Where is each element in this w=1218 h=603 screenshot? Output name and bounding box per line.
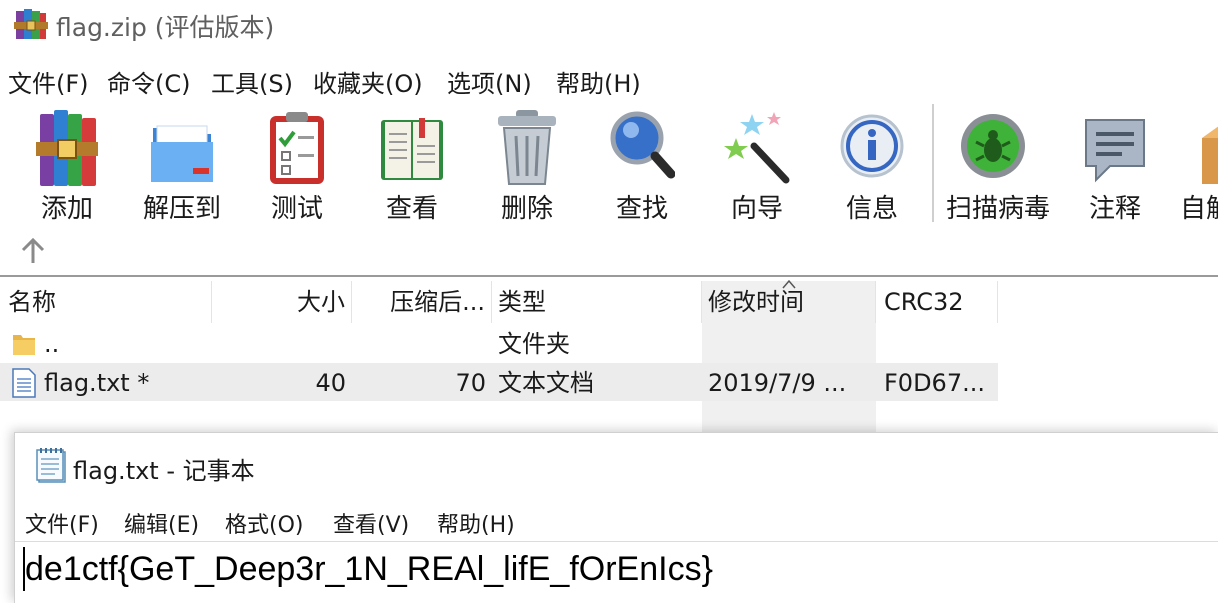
notepad-app-icon xyxy=(36,448,66,483)
test-icon xyxy=(270,112,324,184)
wizard-icon xyxy=(724,112,790,184)
sfx-label: 自解 xyxy=(1180,194,1218,224)
notepad-menu-bar: 文件(F) 编辑(E) 格式(O) 查看(V) 帮助(H) xyxy=(15,503,1218,539)
list-item[interactable]: .. 文件夹 xyxy=(0,325,1218,363)
notepad-content: de1ctf{GeT_Deep3r_1N_REAl_lifE_fOrEnIcs} xyxy=(25,550,713,588)
add-archive-icon xyxy=(36,110,98,186)
col-packed[interactable]: 压缩后... xyxy=(352,281,492,323)
menu-options[interactable]: 选项(N) xyxy=(447,64,532,99)
comment-label: 注释 xyxy=(1088,194,1141,224)
file-name: .. xyxy=(44,330,60,358)
wizard-button[interactable]: 向导 xyxy=(702,100,812,230)
notepad-window[interactable]: flag.txt - 记事本 文件(F) 编辑(E) 格式(O) 查看(V) 帮… xyxy=(14,432,1218,603)
notepad-menu-view[interactable]: 查看(V) xyxy=(333,507,409,539)
notepad-menu-format[interactable]: 格式(O) xyxy=(225,507,303,539)
file-type: 文本文档 xyxy=(498,369,594,397)
virus-scan-label: 扫描病毒 xyxy=(945,194,1050,224)
col-crc32[interactable]: CRC32 xyxy=(876,281,998,323)
file-type: 文件夹 xyxy=(498,330,570,358)
info-button[interactable]: 信息 xyxy=(817,100,927,230)
col-size[interactable]: 大小 xyxy=(212,281,352,323)
virus-scan-button[interactable]: 扫描病毒 xyxy=(942,100,1054,230)
extract-to-label: 解压到 xyxy=(142,194,221,224)
extract-to-icon xyxy=(151,125,213,182)
test-button[interactable]: 测试 xyxy=(242,100,352,230)
menu-favorites[interactable]: 收藏夹(O) xyxy=(313,64,423,99)
file-size: 40 xyxy=(315,369,346,397)
list-header: 名称 大小 压缩后... 类型 修改时间 CRC32 xyxy=(0,279,1218,323)
file-crc32: F0D67... xyxy=(884,369,985,397)
menu-tools[interactable]: 工具(S) xyxy=(211,64,293,99)
up-arrow-icon[interactable] xyxy=(18,236,48,266)
list-border xyxy=(0,275,1218,277)
window-title: flag.zip (评估版本) xyxy=(56,13,275,42)
add-button[interactable]: 添加 xyxy=(12,100,122,230)
virus-scan-icon xyxy=(961,114,1025,178)
comment-button[interactable]: 注释 xyxy=(1060,100,1170,230)
view-icon xyxy=(381,118,443,180)
col-name[interactable]: 名称 xyxy=(0,281,212,323)
path-bar xyxy=(0,230,1218,274)
notepad-text-area[interactable]: de1ctf{GeT_Deep3r_1N_REAl_lifE_fOrEnIcs} xyxy=(23,545,1213,601)
notepad-menu-file[interactable]: 文件(F) xyxy=(25,507,99,539)
title-bar: flag.zip (评估版本) xyxy=(0,0,1218,50)
menu-bar: 文件(F) 命令(C) 工具(S) 收藏夹(O) 选项(N) 帮助(H) xyxy=(0,58,1218,100)
comment-icon xyxy=(1085,119,1145,183)
extract-to-button[interactable]: 解压到 xyxy=(127,100,237,230)
wizard-label: 向导 xyxy=(730,194,783,224)
toolbar-separator xyxy=(932,104,934,222)
menu-file[interactable]: 文件(F) xyxy=(8,64,89,99)
add-label: 添加 xyxy=(40,194,93,224)
notepad-menu-edit[interactable]: 编辑(E) xyxy=(124,507,199,539)
file-name: flag.txt * xyxy=(44,369,150,397)
folder-icon xyxy=(13,335,35,355)
sfx-icon xyxy=(1202,126,1218,184)
sfx-button[interactable]: 自解 xyxy=(1176,100,1218,230)
find-button[interactable]: 查找 xyxy=(587,100,697,230)
winrar-app-icon xyxy=(14,9,48,39)
list-item[interactable]: flag.txt * 40 70 文本文档 2019/7/9 ... F0D67… xyxy=(0,364,1218,402)
delete-label: 删除 xyxy=(500,194,553,224)
toolbar: 添加 解压到 测试 查看 删除 查找 向导 信息 扫描病毒 注释 自 xyxy=(0,100,1218,230)
test-label: 测试 xyxy=(270,194,323,224)
delete-button[interactable]: 删除 xyxy=(472,100,582,230)
sort-chevron-up-icon xyxy=(782,279,796,289)
find-icon xyxy=(610,111,675,179)
delete-icon xyxy=(498,110,556,185)
view-button[interactable]: 查看 xyxy=(357,100,467,230)
view-label: 查看 xyxy=(385,194,438,224)
menu-help[interactable]: 帮助(H) xyxy=(556,64,641,99)
notepad-menu-help[interactable]: 帮助(H) xyxy=(437,507,515,539)
info-label: 信息 xyxy=(845,194,898,224)
find-label: 查找 xyxy=(615,194,668,224)
text-file-icon xyxy=(12,368,36,398)
menu-commands[interactable]: 命令(C) xyxy=(107,64,190,99)
notepad-title: flag.txt - 记事本 xyxy=(73,457,255,485)
col-type[interactable]: 类型 xyxy=(492,281,702,323)
info-icon xyxy=(840,114,904,178)
notepad-divider xyxy=(15,541,1218,542)
file-packed-size: 70 xyxy=(455,369,486,397)
file-modified: 2019/7/9 ... xyxy=(708,369,847,397)
